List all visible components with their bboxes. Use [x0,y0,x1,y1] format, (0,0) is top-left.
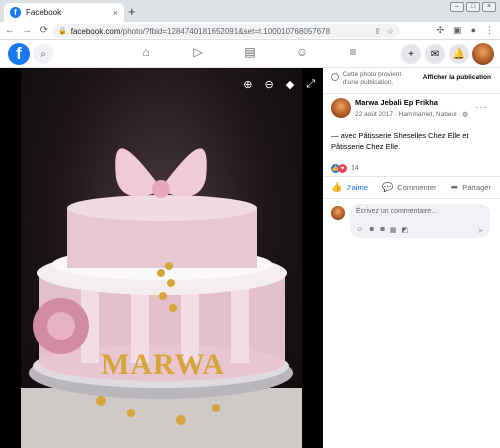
viewer-tools: ⊕ ⊖ ◆ ⤢ [243,78,315,91]
create-plus-icon[interactable]: + [401,44,421,64]
extensions-puzzle-icon[interactable]: ✣ [437,25,445,36]
sticker-icon[interactable]: ◩ [401,226,408,234]
comment-button[interactable]: 💬 Commenter [382,182,436,193]
info-icon [331,73,339,81]
window-controls: – □ × [450,2,496,12]
comment-composer: Écrivez un commentaire… ☺ ☻ ◙ ▦ ◩ ➤ [331,204,490,238]
view-publication-button[interactable]: Afficher la publication [423,74,491,91]
side-panel-icon[interactable]: ▣ [453,25,462,36]
gif-icon[interactable]: ▦ [390,226,397,234]
fullscreen-icon[interactable]: ⤢ [306,78,315,91]
divider [323,198,500,199]
tag-icon[interactable]: ◆ [286,78,294,91]
divider [323,176,500,177]
globe-icon: ◍ [462,111,468,118]
divider [323,93,500,94]
tab-close-icon[interactable]: × [113,8,118,18]
back-icon[interactable]: ← [3,25,17,36]
reactions-summary[interactable]: 👍 ♥ 14 [331,164,359,173]
share-button[interactable]: ➦ Partager [451,182,491,193]
more-options-icon[interactable]: ··· [475,102,488,113]
browser-menu-icon[interactable]: ⋮ [485,25,494,36]
facebook-logo[interactable]: f [8,43,30,65]
minimize-button[interactable]: – [450,2,464,12]
like-button[interactable]: 👍 J’aime [331,182,368,193]
home-icon[interactable]: ⌂ [136,45,156,59]
close-window-button[interactable]: × [482,2,496,12]
avatar-sticker-icon[interactable]: ☺ [356,226,363,234]
emoji-icon[interactable]: ☻ [368,226,375,234]
comment-input[interactable]: Écrivez un commentaire… ☺ ☻ ◙ ▦ ◩ ➤ [350,204,490,238]
browser-toolbar: ← → ⟳ 🔒 facebook.com/photo/?fbid=1284740… [0,22,500,40]
notifications-bell-icon[interactable]: 🔔 [449,44,469,64]
reaction-count: 14 [351,165,359,172]
publication-notice: Cette photo provient d’une publication. … [331,71,491,91]
forward-icon[interactable]: → [20,25,34,36]
post-meta: 22 août 2017 · Hammamet, Nabeul · ◍ [355,111,468,118]
notice-text: Cette photo provient d’une publication. [342,71,402,86]
author-avatar[interactable] [331,98,351,118]
cake-photo[interactable]: MARWA [21,68,302,448]
zoom-out-icon[interactable]: ⊖ [265,78,274,91]
bookmark-star-icon[interactable]: ☆ [387,27,394,36]
photo-viewer: MARWA ⊕ ⊖ ◆ ⤢ [0,68,323,448]
commenter-avatar[interactable] [331,206,345,220]
messenger-icon[interactable]: ✉ [425,44,445,64]
account-avatar[interactable] [472,43,494,65]
comment-tools: ☺ ☻ ◙ ▦ ◩ [356,226,408,234]
facebook-header: f ⌕ ⌂ ▷ ▤ ☺ ≡ + ✉ 🔔 [0,40,500,68]
zoom-in-icon[interactable]: ⊕ [243,78,252,91]
url-text: facebook.com/photo/?fbid=128474018165209… [70,26,331,36]
tab-title: Facebook [26,8,62,17]
search-icon[interactable]: ⌕ [33,44,53,64]
new-tab-button[interactable]: + [128,4,136,19]
author-name[interactable]: Marwa Jebali Ep Frikha [355,98,468,107]
post-side-panel: Cette photo provient d’une publication. … [323,68,500,448]
send-icon[interactable]: ➤ [477,226,484,235]
facebook-favicon-icon: f [10,7,21,18]
thumbs-up-icon: 👍 [331,182,343,192]
maximize-button[interactable]: □ [466,2,480,12]
browser-tabstrip: f Facebook × + – □ × [0,0,500,22]
comment-placeholder: Écrivez un commentaire… [356,208,439,215]
comment-bubble-icon: 💬 [382,182,394,192]
menu-icon[interactable]: ≡ [343,45,363,59]
video-icon[interactable]: ▷ [188,45,208,59]
cake-illustration [21,148,302,448]
share-arrow-icon: ➦ [450,182,459,192]
post-author: Marwa Jebali Ep Frikha 22 août 2017 · Ha… [331,98,468,118]
marketplace-icon[interactable]: ▤ [240,45,260,59]
address-bar[interactable]: 🔒 facebook.com/photo/?fbid=1284740181652… [52,24,400,38]
camera-icon[interactable]: ◙ [381,226,385,234]
lock-icon[interactable]: 🔒 [58,27,67,35]
cake-name-text: MARWA [101,348,225,381]
tab-facebook[interactable]: f Facebook × [4,3,124,22]
post-actions: 👍 J’aime 💬 Commenter ➦ Partager [331,182,491,193]
groups-icon[interactable]: ☺ [292,45,312,59]
love-reaction-icon: ♥ [338,164,347,173]
share-page-icon[interactable]: ⇪ [374,27,381,36]
post-caption: — avec Pâtisserie Sheselles Chez Elle et… [331,131,469,151]
profile-icon[interactable]: ● [471,25,476,36]
reload-icon[interactable]: ⟳ [37,25,51,36]
extension-icons: ✣ ▣ ● ⋮ [437,25,495,36]
